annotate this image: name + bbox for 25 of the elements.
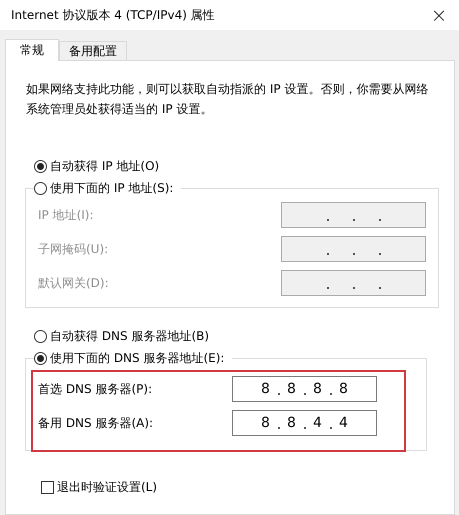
field-label: 备用 DNS 服务器(A): — [38, 414, 154, 432]
radio-label: 使用下面的 DNS 服务器地址(E): — [50, 350, 224, 366]
tab[interactable]: 常规 — [5, 39, 59, 61]
close-button[interactable]: × — [419, 0, 459, 30]
field-label: 子网掩码(U): — [38, 240, 108, 258]
radio-button[interactable] — [34, 160, 47, 172]
ip-address-field[interactable]: 8 8 8 8 — [232, 376, 377, 402]
ip-address-field[interactable]: 8 8 4 4 — [232, 410, 377, 436]
radio-label: 自动获得 DNS 服务器地址(B) — [50, 328, 210, 344]
radio-label: 使用下面的 IP 地址(S): — [50, 180, 174, 196]
ip-address-field[interactable] — [281, 236, 426, 262]
description-text: 如果网络支持此功能，则可以获取自动指派的 IP 设置。否则，你需要从网络系统管理员处获得适当的 IP 设置。 — [26, 81, 430, 118]
field-label: IP 地址(I): — [38, 206, 94, 224]
radio-button[interactable] — [34, 330, 47, 342]
checkbox-label: 退出时验证设置(L) — [57, 479, 158, 496]
radio-label: 自动获得 IP 地址(O) — [50, 158, 160, 174]
radio-button[interactable] — [34, 182, 47, 194]
radio-button[interactable] — [34, 352, 47, 364]
tab[interactable]: 备用配置 — [59, 41, 127, 60]
window-title: Internet 协议版本 4 (TCP/IPv4) 属性 — [11, 6, 215, 24]
ip-address-field[interactable] — [281, 202, 426, 228]
checkbox[interactable] — [41, 481, 54, 494]
ip-address-field[interactable] — [281, 270, 426, 296]
field-label: 首选 DNS 服务器(P): — [38, 380, 152, 398]
field-label: 默认网关(D): — [38, 274, 109, 292]
